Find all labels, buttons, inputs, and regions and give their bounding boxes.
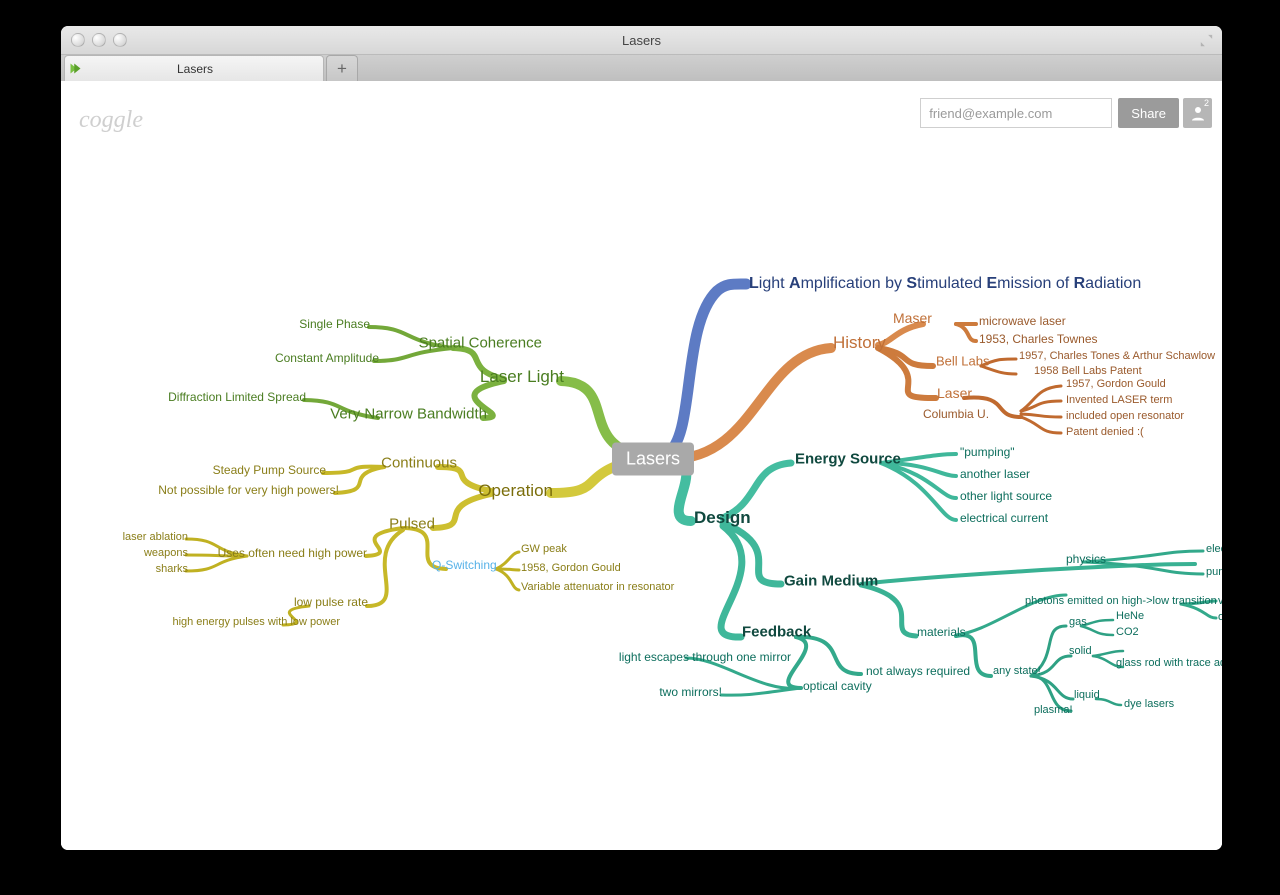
- node-feedback-c[interactable]: light escapes through one mirror: [619, 650, 791, 664]
- node-laser-light[interactable]: Laser Light: [480, 367, 564, 387]
- node-townes[interactable]: 1953, Charles Townes: [979, 332, 1098, 346]
- node-uses[interactable]: Uses often need high power: [218, 546, 367, 560]
- node-phys-a[interactable]: electrons in disc: [1206, 543, 1222, 555]
- node-weapons[interactable]: weapons: [144, 547, 188, 559]
- node-energy[interactable]: Energy Source: [795, 451, 901, 468]
- node-gas[interactable]: gas: [1069, 616, 1087, 628]
- node-phys-o[interactable]: o: [1218, 611, 1222, 623]
- node-notpossible[interactable]: Not possible for very high powers!: [158, 483, 339, 497]
- node-maser[interactable]: Maser: [893, 310, 932, 326]
- tab-label: Lasers: [85, 62, 323, 76]
- node-laser[interactable]: Laser: [937, 385, 972, 401]
- node-steady[interactable]: Steady Pump Source: [213, 463, 326, 477]
- node-continuous[interactable]: Continuous: [381, 455, 457, 472]
- node-materials[interactable]: materials: [917, 625, 966, 639]
- node-ablation[interactable]: laser ablation: [123, 531, 188, 543]
- node-gould2[interactable]: 1958, Gordon Gould: [521, 562, 621, 574]
- node-lowpower[interactable]: high energy pulses with low power: [172, 616, 340, 628]
- app-window: Lasers Lasers + coggle Share 2: [61, 26, 1222, 850]
- node-hene[interactable]: HeNe: [1116, 610, 1144, 622]
- node-single-phase[interactable]: Single Phase: [299, 317, 370, 331]
- node-plasma[interactable]: plasma!: [1034, 704, 1073, 716]
- node-term[interactable]: Invented LASER term: [1066, 394, 1172, 406]
- page-content: coggle Share 2: [61, 81, 1222, 850]
- node-co2[interactable]: CO2: [1116, 626, 1139, 638]
- node-microwave-laser[interactable]: microwave laser: [979, 314, 1066, 328]
- node-patent[interactable]: Patent denied :(: [1066, 426, 1144, 438]
- node-history[interactable]: History: [833, 333, 886, 353]
- node-belllabs[interactable]: Bell Labs: [936, 354, 989, 369]
- node-dye[interactable]: dye lasers: [1124, 698, 1174, 710]
- mindmap-root[interactable]: Lasers: [612, 443, 694, 476]
- node-energy-b[interactable]: another laser: [960, 467, 1030, 481]
- node-liquid[interactable]: liquid: [1074, 689, 1100, 701]
- node-diffraction[interactable]: Diffraction Limited Spread: [168, 390, 306, 404]
- node-pulsed[interactable]: Pulsed: [389, 516, 435, 533]
- node-sharks[interactable]: sharks: [156, 563, 188, 575]
- tab-strip: Lasers +: [61, 55, 1222, 82]
- node-feedback-a[interactable]: not always required: [866, 664, 970, 678]
- node-spatial[interactable]: Spatial Coherence: [419, 335, 542, 352]
- fullscreen-icon[interactable]: [1200, 34, 1213, 47]
- node-gwpeak[interactable]: GW peak: [521, 543, 567, 555]
- node-constant-amp[interactable]: Constant Amplitude: [275, 351, 379, 365]
- node-operation[interactable]: Operation: [478, 481, 553, 501]
- node-glass[interactable]: glass rod with trace additives: [1116, 657, 1222, 669]
- node-lowpulse[interactable]: low pulse rate: [294, 595, 368, 609]
- node-acronym[interactable]: Light Amplification by Stimulated Emissi…: [749, 275, 1141, 293]
- node-any-state[interactable]: any state!: [993, 665, 1041, 677]
- node-phys-c[interactable]: photons emitted on high->low transition: [1025, 595, 1217, 607]
- node-bell-a[interactable]: 1957, Charles Tones & Arthur Schawlow: [1019, 350, 1215, 362]
- node-feedback[interactable]: Feedback: [742, 624, 811, 641]
- node-resonator[interactable]: included open resonator: [1066, 410, 1184, 422]
- node-phys-b[interactable]: pumping energy: [1206, 566, 1222, 578]
- node-feedback-b[interactable]: optical cavity: [803, 679, 872, 693]
- tab-lasers[interactable]: Lasers: [64, 55, 324, 81]
- new-tab-button[interactable]: +: [326, 55, 358, 81]
- node-design[interactable]: Design: [694, 508, 751, 528]
- node-energy-a[interactable]: "pumping": [960, 445, 1015, 459]
- node-feedback-d[interactable]: two mirrors!: [659, 685, 722, 699]
- node-solid[interactable]: solid: [1069, 645, 1092, 657]
- titlebar: Lasers: [61, 26, 1222, 55]
- node-gain[interactable]: Gain Medium: [784, 573, 878, 590]
- node-qswitching[interactable]: Q-Switching: [432, 558, 497, 572]
- node-bandwidth[interactable]: Very Narrow Bandwidth: [330, 406, 487, 423]
- node-gould[interactable]: 1957, Gordon Gould: [1066, 378, 1166, 390]
- mindmap-canvas[interactable]: Lasers Light Amplification by Stimulated…: [61, 81, 1222, 850]
- coggle-favicon-icon: [65, 56, 85, 81]
- node-phys-v[interactable]: v: [1218, 595, 1222, 607]
- node-attenuator[interactable]: Variable attenuator in resonator: [521, 581, 674, 593]
- window-title: Lasers: [61, 33, 1222, 48]
- node-bell-b[interactable]: 1958 Bell Labs Patent: [1034, 365, 1142, 377]
- node-columbia[interactable]: Columbia U.: [923, 407, 989, 421]
- node-gain-physics[interactable]: physics: [1066, 552, 1106, 566]
- node-energy-c[interactable]: other light source: [960, 489, 1052, 503]
- node-energy-d[interactable]: electrical current: [960, 511, 1048, 525]
